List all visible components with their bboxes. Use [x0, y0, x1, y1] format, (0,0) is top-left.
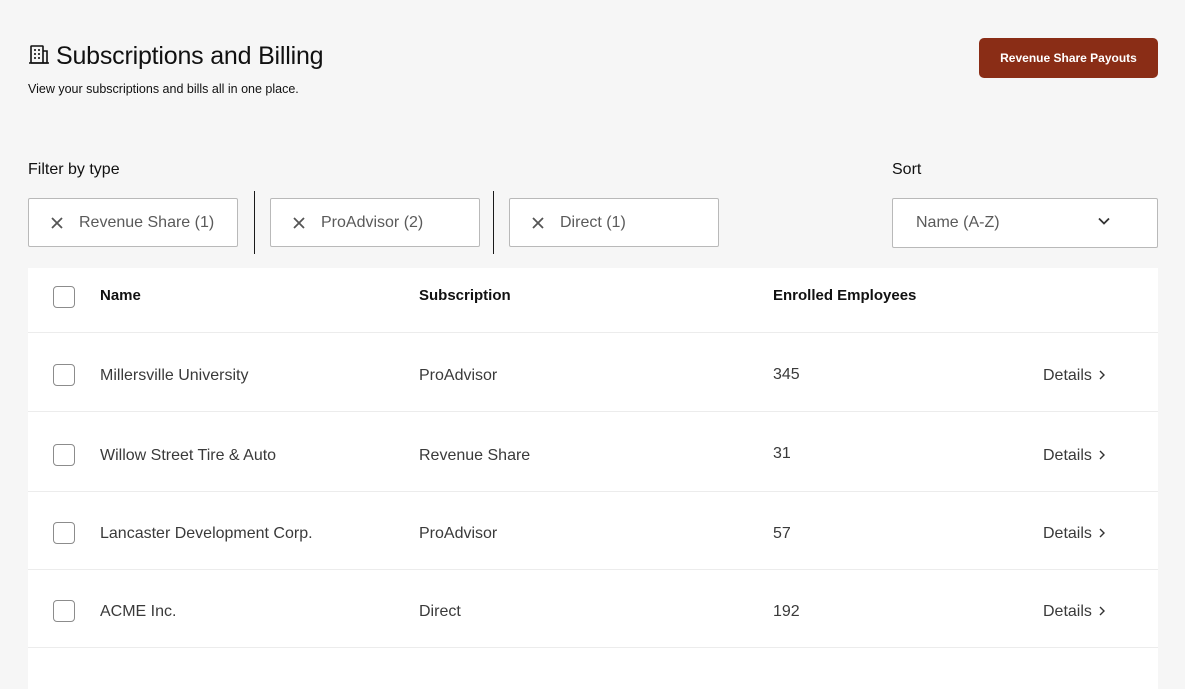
row-subscription: Revenue Share: [419, 447, 531, 464]
table-header-row: Name Subscription Enrolled Employees: [28, 268, 1158, 333]
column-header-enrolled-employees[interactable]: Enrolled Employees: [773, 287, 916, 304]
details-link[interactable]: Details: [1043, 447, 1106, 465]
column-header-subscription[interactable]: Subscription: [419, 287, 511, 304]
chevron-down-icon: [1097, 214, 1111, 233]
row-subscription: Direct: [419, 603, 461, 620]
details-label: Details: [1043, 367, 1092, 384]
row-name[interactable]: Willow Street Tire & Auto: [100, 447, 276, 465]
details-label: Details: [1043, 603, 1092, 620]
close-icon[interactable]: [49, 215, 65, 231]
page-title: Subscriptions and Billing: [56, 42, 324, 70]
row-checkbox[interactable]: [53, 444, 75, 466]
filter-chip-direct[interactable]: Direct (1): [509, 198, 719, 247]
details-link[interactable]: Details: [1043, 367, 1106, 385]
row-checkbox[interactable]: [53, 364, 75, 386]
sort-select[interactable]: Name (A-Z): [892, 198, 1158, 248]
details-link[interactable]: Details: [1043, 603, 1106, 621]
close-icon[interactable]: [530, 215, 546, 231]
page-header: Subscriptions and Billing: [28, 42, 324, 71]
chip-divider: [254, 191, 255, 254]
details-label: Details: [1043, 525, 1092, 542]
row-checkbox[interactable]: [53, 600, 75, 622]
row-employees: 192: [773, 603, 800, 620]
subscriptions-table: Name Subscription Enrolled Employees Mil…: [28, 268, 1158, 689]
chevron-right-icon: [1098, 367, 1106, 385]
revenue-share-payouts-button[interactable]: Revenue Share Payouts: [979, 38, 1158, 78]
filter-chip-label: Revenue Share (1): [79, 213, 215, 231]
chevron-right-icon: [1098, 603, 1106, 621]
filter-chip-label: Direct (1): [560, 213, 626, 231]
select-all-checkbox[interactable]: [53, 286, 75, 308]
sort-value: Name (A-Z): [916, 214, 1000, 231]
table-row: Millersville University ProAdvisor 345 D…: [28, 333, 1158, 412]
sort-label: Sort: [892, 161, 922, 178]
filter-label: Filter by type: [28, 161, 120, 178]
chevron-right-icon: [1098, 447, 1106, 465]
table-row: ACME Inc. Direct 192 Details: [28, 570, 1158, 648]
row-employees: 345: [773, 366, 800, 383]
row-subscription: ProAdvisor: [419, 525, 498, 542]
page: Subscriptions and Billing View your subs…: [0, 0, 1185, 689]
building-list-icon: [28, 43, 50, 70]
row-name[interactable]: Lancaster Development Corp.: [100, 525, 313, 543]
details-label: Details: [1043, 447, 1092, 464]
details-link[interactable]: Details: [1043, 525, 1106, 543]
row-employees: 31: [773, 445, 791, 462]
close-icon[interactable]: [291, 215, 307, 231]
chip-divider: [493, 191, 494, 254]
row-name[interactable]: Millersville University: [100, 367, 248, 385]
table-row: Willow Street Tire & Auto Revenue Share …: [28, 412, 1158, 492]
filter-chip-label: ProAdvisor (2): [321, 213, 424, 231]
chevron-right-icon: [1098, 525, 1106, 543]
column-header-name[interactable]: Name: [100, 287, 141, 304]
page-subtitle: View your subscriptions and bills all in…: [28, 82, 299, 96]
row-checkbox[interactable]: [53, 522, 75, 544]
row-name[interactable]: ACME Inc.: [100, 603, 176, 621]
table-row: Lancaster Development Corp. ProAdvisor 5…: [28, 492, 1158, 570]
row-employees: 57: [773, 525, 791, 542]
filter-chip-revenue-share[interactable]: Revenue Share (1): [28, 198, 238, 247]
filter-chip-proadvisor[interactable]: ProAdvisor (2): [270, 198, 480, 247]
row-subscription: ProAdvisor: [419, 367, 498, 384]
